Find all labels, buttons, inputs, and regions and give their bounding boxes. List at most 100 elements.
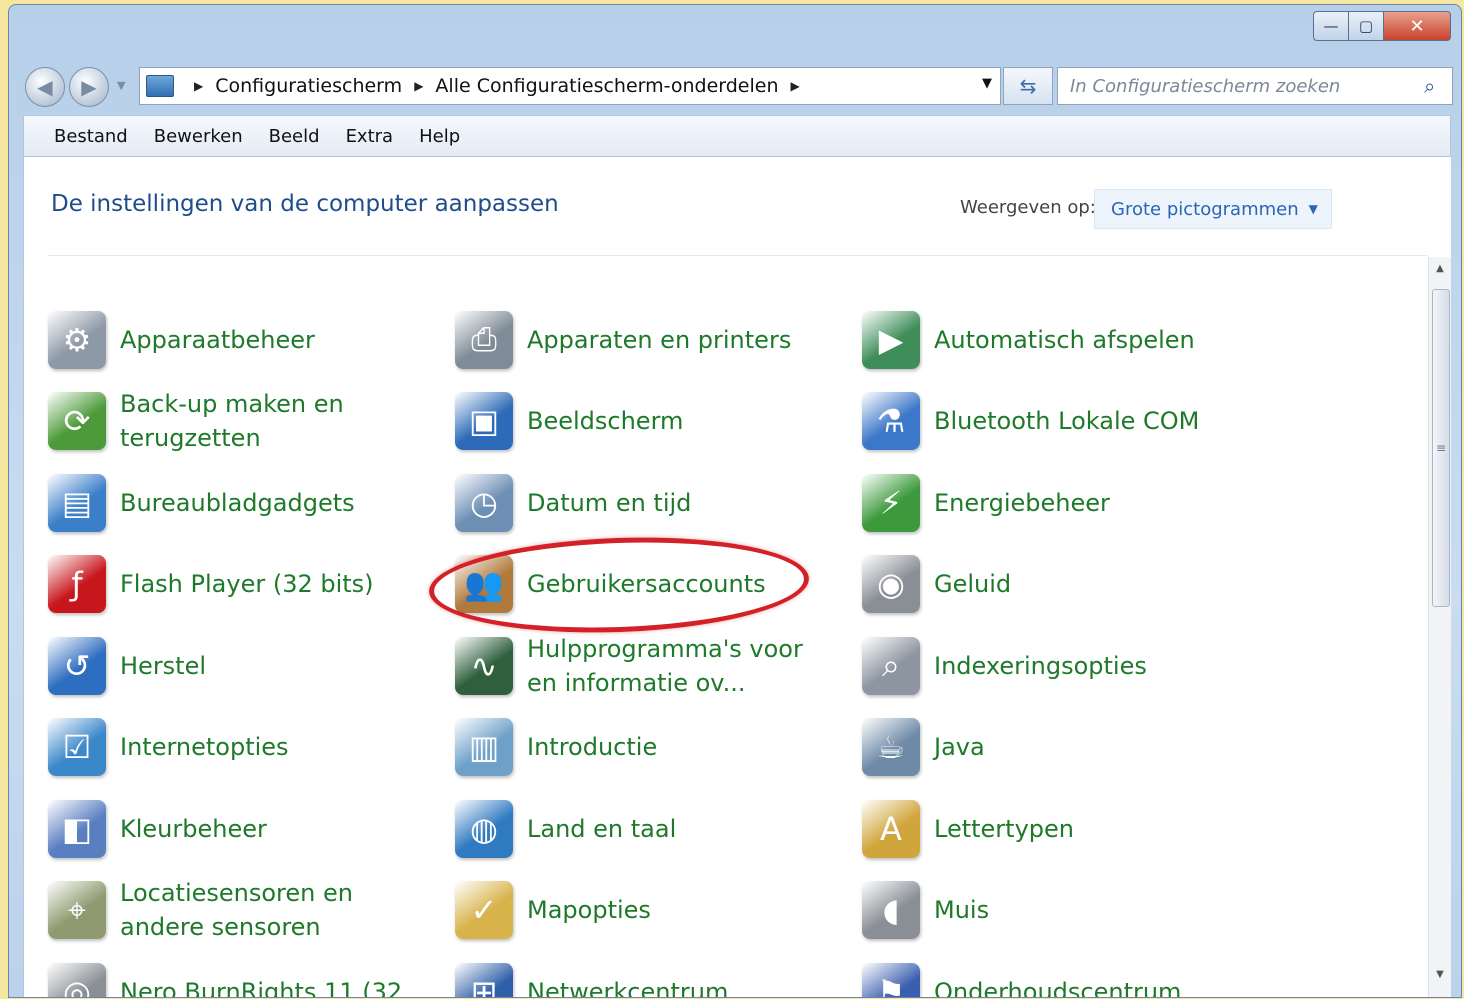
control-panel-item-label[interactable]: Hulpprogramma's voor en informatie ov...	[527, 632, 837, 700]
control-panel-item[interactable]: ⎙ Apparaten en printers	[455, 299, 855, 380]
explorer-window: — ▢ ✕ ◀ ▶ ▼ ▶ Configuratiescherm ▶ Alle …	[8, 4, 1462, 998]
mouse-icon: ◖	[862, 881, 920, 939]
flash-icon: ƒ	[48, 555, 106, 613]
search-box[interactable]: In Configuratiescherm zoeken ⌕	[1057, 67, 1453, 105]
control-panel-item-label[interactable]: Land en taal	[527, 812, 676, 846]
breadcrumb-separator-icon[interactable]: ▶	[791, 79, 800, 93]
control-panel-item-label[interactable]: Indexeringsopties	[934, 649, 1147, 683]
search-icon[interactable]: ⌕	[1424, 74, 1452, 98]
printer-icon: ⎙	[455, 310, 513, 369]
control-panel-item-label[interactable]: Onderhoudscentrum	[934, 975, 1181, 998]
control-panel-item-label[interactable]: Introductie	[527, 730, 657, 764]
control-panel-item-label[interactable]: Apparaten en printers	[527, 323, 791, 357]
scroll-up-icon[interactable]: ▲	[1429, 263, 1451, 283]
control-panel-item-label[interactable]: Lettertypen	[934, 812, 1074, 846]
control-panel-item[interactable]: ▥ Introductie	[455, 707, 855, 788]
control-panel-item[interactable]: ∿ Hulpprogramma's voor en informatie ov..…	[455, 625, 855, 706]
control-panel-item[interactable]: ⚡ Energiebeheer	[862, 462, 1262, 543]
menu-extra[interactable]: Extra	[346, 126, 394, 147]
control-panel-item[interactable]: ⟳ Back-up maken en terugzetten	[48, 381, 448, 462]
control-panel-item[interactable]: ⌖ Locatiesensoren en andere sensoren	[48, 870, 448, 951]
control-panel-item[interactable]: ▣ Beeldscherm	[455, 381, 855, 462]
display-icon: ▣	[455, 392, 513, 450]
control-panel-item[interactable]: ◉ Geluid	[862, 544, 1262, 625]
control-panel-item[interactable]: ☑ Internetopties	[48, 707, 448, 788]
back-arrow-icon: ◀	[37, 75, 53, 99]
control-panel-item-label[interactable]: Kleurbeheer	[120, 812, 267, 846]
minimize-button[interactable]: —	[1313, 11, 1349, 41]
control-panel-item-label[interactable]: Apparaatbeheer	[120, 323, 315, 357]
control-panel-item[interactable]: ▶ Automatisch afspelen	[862, 299, 1262, 380]
backup-icon: ⟳	[48, 392, 106, 450]
control-panel-item-label[interactable]: Java	[934, 730, 985, 764]
breadcrumb-control-panel[interactable]: Configuratiescherm	[215, 75, 402, 97]
refresh-button[interactable]: ⇆	[1003, 67, 1053, 105]
control-panel-item-label[interactable]: Datum en tijd	[527, 486, 691, 520]
control-panel-item-label[interactable]: Back-up maken en terugzetten	[120, 387, 430, 455]
gadgets-icon: ▤	[48, 473, 106, 532]
close-button[interactable]: ✕	[1384, 11, 1451, 41]
speaker-icon: ◉	[862, 555, 920, 613]
battery-icon: ⚡	[862, 473, 920, 532]
clock-icon: ◷	[455, 473, 513, 532]
menu-help[interactable]: Help	[419, 126, 460, 147]
control-panel-item[interactable]: ✓ Mapopties	[455, 870, 855, 951]
control-panel-item[interactable]: A Lettertypen	[862, 788, 1262, 869]
control-panel-item[interactable]: ◖ Muis	[862, 870, 1262, 951]
region-icon: ◍	[455, 799, 513, 858]
control-panel-item-label[interactable]: Netwerkcentrum	[527, 975, 728, 998]
control-panel-item-label[interactable]: Internetopties	[120, 730, 289, 764]
control-panel-item-label[interactable]: Bluetooth Lokale COM	[934, 404, 1199, 438]
address-bar[interactable]: ▶ Configuratiescherm ▶ Alle Configuratie…	[139, 67, 1001, 105]
control-panel-item-label[interactable]: Locatiesensoren en andere sensoren	[120, 876, 430, 944]
control-panel-item-label[interactable]: Mapopties	[527, 893, 651, 927]
breadcrumb-all-items[interactable]: Alle Configuratiescherm-onderdelen	[435, 75, 778, 97]
window-controls: — ▢ ✕	[1313, 11, 1451, 41]
control-panel-item[interactable]: ▤ Bureaubladgadgets	[48, 462, 448, 543]
control-panel-item-label[interactable]: Beeldscherm	[527, 404, 683, 438]
vertical-scrollbar[interactable]: ▲ ≡ ▼	[1428, 257, 1451, 997]
control-panel-item-label[interactable]: Bureaubladgadgets	[120, 486, 355, 520]
menu-beeld[interactable]: Beeld	[269, 126, 320, 147]
scroll-thumb[interactable]: ≡	[1432, 289, 1450, 607]
scroll-down-icon[interactable]: ▼	[1429, 969, 1451, 989]
autoplay-icon: ▶	[862, 310, 920, 369]
control-panel-item-label[interactable]: Muis	[934, 893, 989, 927]
control-panel-item[interactable]: ◧ Kleurbeheer	[48, 788, 448, 869]
chevron-down-icon: ▼	[1308, 202, 1318, 216]
control-panel-item-label[interactable]: Geluid	[934, 567, 1011, 601]
breadcrumb-separator-icon[interactable]: ▶	[414, 79, 423, 93]
menu-bewerken[interactable]: Bewerken	[154, 126, 243, 147]
view-by-value: Grote pictogrammen	[1111, 198, 1299, 220]
forward-button[interactable]: ▶	[69, 67, 109, 107]
control-panel-item[interactable]: ☕ Java	[862, 707, 1262, 788]
internet-options-icon: ☑	[48, 718, 106, 776]
view-by-select[interactable]: Grote pictogrammen ▼	[1094, 189, 1332, 229]
search-input[interactable]: In Configuratiescherm zoeken	[1070, 76, 1424, 97]
control-panel-item[interactable]: ◍ Land en taal	[455, 788, 855, 869]
control-panel-item[interactable]: ↺ Herstel	[48, 625, 448, 706]
control-panel-item[interactable]: ⚙ Apparaatbeheer	[48, 299, 448, 380]
control-panel-item[interactable]: ⌕ Indexeringsopties	[862, 625, 1262, 706]
control-panel-item-label[interactable]: Flash Player (32 bits)	[120, 567, 374, 601]
back-button[interactable]: ◀	[25, 67, 65, 107]
breadcrumb-separator-icon[interactable]: ▶	[194, 79, 203, 93]
maximize-button[interactable]: ▢	[1349, 11, 1384, 41]
action-center-icon: ⚑	[862, 962, 920, 997]
control-panel-item-label[interactable]: Herstel	[120, 649, 206, 683]
control-panel-item[interactable]: ◷ Datum en tijd	[455, 462, 855, 543]
control-panel-item[interactable]: ⊞ Netwerkcentrum	[455, 951, 855, 998]
control-panel-item[interactable]: ⚑ Onderhoudscentrum	[862, 951, 1262, 998]
control-panel-item[interactable]: ◎ Nero BurnRights 11 (32	[48, 951, 448, 998]
control-panel-item-label[interactable]: Automatisch afspelen	[934, 323, 1195, 357]
control-panel-item-label[interactable]: Nero BurnRights 11 (32	[120, 975, 402, 998]
getting-started-icon: ▥	[455, 718, 513, 776]
recent-pages-dropdown[interactable]: ▼	[117, 79, 125, 92]
control-panel-icon	[146, 75, 174, 97]
control-panel-item[interactable]: ⚗ Bluetooth Lokale COM	[862, 381, 1262, 462]
address-dropdown-icon[interactable]: ▼	[982, 76, 992, 91]
menu-bestand[interactable]: Bestand	[54, 126, 128, 147]
menu-bar: Bestand Bewerken Beeld Extra Help	[23, 115, 1451, 157]
control-panel-item[interactable]: ƒ Flash Player (32 bits)	[48, 544, 448, 625]
control-panel-item-label[interactable]: Energiebeheer	[934, 486, 1110, 520]
